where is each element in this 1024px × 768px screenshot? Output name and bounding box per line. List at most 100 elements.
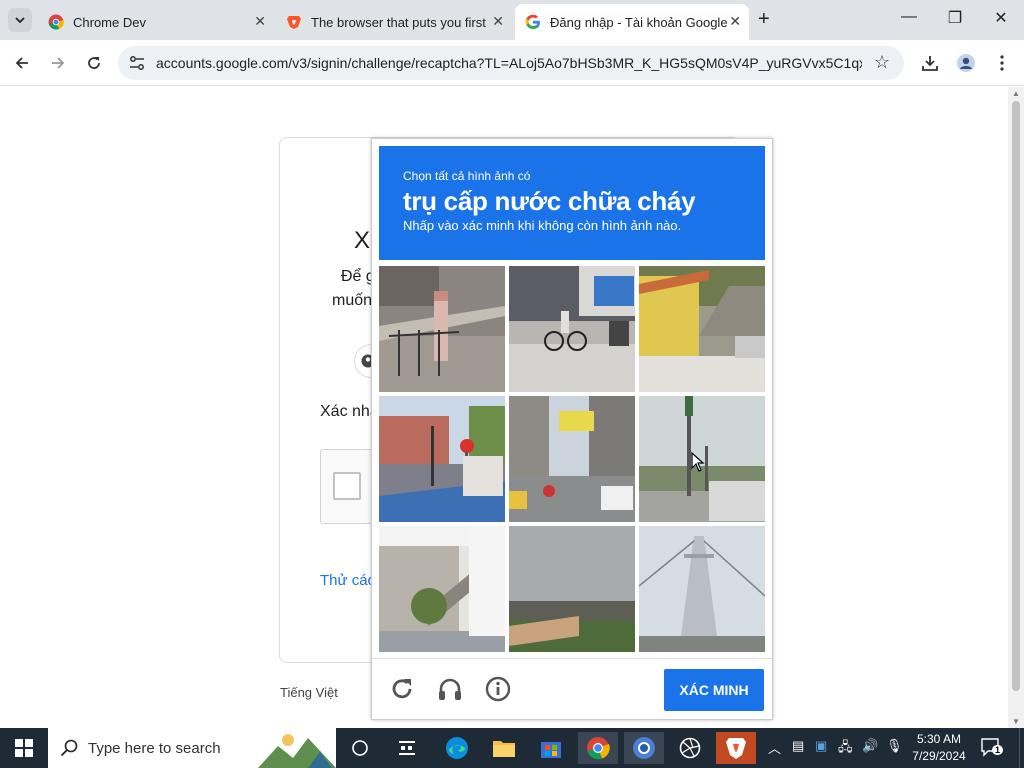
scroll-down-icon[interactable]: ▼ bbox=[1012, 717, 1020, 726]
brave-icon bbox=[726, 738, 746, 759]
site-info-icon[interactable] bbox=[128, 54, 146, 77]
image-tile[interactable] bbox=[379, 396, 505, 522]
web-page: X Để g muốn Xác nhậ Thử các Tiếng Việt C… bbox=[0, 87, 1008, 728]
app-taskbar-icon[interactable] bbox=[670, 732, 710, 764]
tab-brave[interactable]: The browser that puts you first ✕ bbox=[276, 4, 512, 40]
tray-notes-icon[interactable]: ▤ bbox=[792, 738, 804, 754]
image-tile[interactable] bbox=[639, 266, 765, 392]
show-hidden-icons[interactable]: ︿ bbox=[768, 738, 781, 757]
reload-challenge-icon[interactable] bbox=[388, 675, 416, 703]
image-tile[interactable] bbox=[509, 526, 635, 652]
image-tile[interactable] bbox=[379, 526, 505, 652]
address-bar[interactable]: accounts.google.com/v3/signin/challenge/… bbox=[118, 46, 904, 80]
windows-logo-icon bbox=[15, 739, 33, 757]
headphones-icon[interactable] bbox=[436, 675, 464, 703]
image-tile[interactable] bbox=[379, 266, 505, 392]
profile-button[interactable] bbox=[953, 50, 979, 76]
file-explorer-taskbar-icon[interactable] bbox=[484, 732, 524, 764]
start-button[interactable] bbox=[0, 728, 48, 768]
scrollbar-thumb[interactable] bbox=[1012, 101, 1020, 691]
search-highlight-icon bbox=[258, 734, 336, 768]
page-scrollbar[interactable]: ▲ ▼ bbox=[1008, 87, 1024, 728]
chrome-dev-icon bbox=[633, 737, 655, 759]
image-tile[interactable] bbox=[509, 396, 635, 522]
search-placeholder: Type here to search bbox=[88, 740, 221, 757]
challenge-footer: XÁC MINH bbox=[372, 658, 772, 720]
browser-toolbar: accounts.google.com/v3/signin/challenge/… bbox=[0, 40, 1024, 86]
notification-center-button[interactable]: 1 bbox=[980, 737, 1004, 759]
tab-search-button[interactable] bbox=[8, 8, 32, 32]
store-taskbar-icon[interactable] bbox=[531, 732, 571, 764]
tab-title: The browser that puts you first bbox=[311, 14, 486, 30]
notification-badge: 1 bbox=[992, 745, 1004, 755]
store-icon bbox=[541, 742, 561, 758]
restore-button[interactable]: ❐ bbox=[943, 8, 967, 28]
more-vert-icon bbox=[1000, 55, 1004, 71]
show-desktop-button[interactable] bbox=[1019, 728, 1024, 768]
task-view-icon bbox=[352, 740, 368, 756]
chrome-taskbar-icon[interactable] bbox=[578, 732, 618, 764]
close-tab-icon[interactable]: ✕ bbox=[254, 13, 266, 30]
network-icon[interactable]: 🖧 bbox=[838, 738, 853, 760]
instruction-hint: Nhấp vào xác minh khi không còn hình ảnh… bbox=[403, 218, 682, 233]
aperture-icon bbox=[679, 737, 701, 759]
google-g-icon bbox=[525, 14, 541, 30]
tab-title: Đăng nhập - Tài khoản Google bbox=[550, 14, 728, 30]
download-icon bbox=[922, 56, 938, 71]
close-tab-icon[interactable]: ✕ bbox=[492, 13, 504, 30]
volume-icon[interactable]: 🔊 bbox=[862, 738, 878, 754]
signin-description-1: Để g bbox=[341, 268, 375, 285]
brave-taskbar-icon[interactable] bbox=[716, 732, 756, 764]
edge-taskbar-icon[interactable] bbox=[437, 732, 477, 764]
image-tile[interactable] bbox=[639, 396, 765, 522]
downloads-button[interactable] bbox=[917, 50, 943, 76]
chrome-dev-taskbar-icon[interactable] bbox=[624, 732, 664, 764]
try-another-way-link[interactable]: Thử các bbox=[320, 572, 375, 589]
signin-description-2: muốn bbox=[332, 292, 373, 309]
chrome-dev-icon bbox=[48, 14, 64, 30]
forward-button[interactable] bbox=[45, 50, 71, 76]
arrow-right-icon bbox=[52, 57, 65, 69]
reload-button[interactable] bbox=[81, 50, 107, 76]
widgets-button[interactable] bbox=[387, 732, 427, 764]
search-icon bbox=[60, 739, 78, 757]
mouse-cursor-icon bbox=[691, 452, 705, 472]
scroll-up-icon[interactable]: ▲ bbox=[1012, 89, 1020, 98]
task-view-button[interactable] bbox=[340, 732, 380, 764]
clock-time: 5:30 AM bbox=[916, 732, 962, 746]
microphone-icon[interactable]: 🎙 bbox=[886, 738, 903, 754]
clock-date: 7/29/2024 bbox=[912, 749, 966, 763]
folder-icon bbox=[493, 741, 515, 757]
arrow-left-icon bbox=[15, 57, 28, 69]
brave-icon bbox=[286, 14, 302, 30]
image-tile[interactable] bbox=[509, 266, 635, 392]
signin-heading: X bbox=[354, 227, 371, 254]
back-button[interactable] bbox=[9, 50, 35, 76]
reload-icon bbox=[88, 57, 100, 69]
close-window-button[interactable]: ✕ bbox=[989, 8, 1013, 28]
tab-chrome-dev[interactable]: Chrome Dev ✕ bbox=[38, 4, 274, 40]
info-icon[interactable] bbox=[484, 675, 512, 703]
recaptcha-challenge: Chọn tất cả hình ảnh có trụ cấp nước chữ… bbox=[371, 138, 773, 720]
taskbar-search-box[interactable]: Type here to search bbox=[48, 728, 336, 768]
recaptcha-checkbox[interactable] bbox=[333, 472, 361, 500]
taskbar-clock[interactable]: 5:30 AM 7/29/2024 bbox=[906, 731, 972, 765]
tab-strip: Chrome Dev ✕ The browser that puts you f… bbox=[0, 0, 1024, 40]
tab-google-signin[interactable]: Đăng nhập - Tài khoản Google ✕ bbox=[515, 4, 749, 40]
target-object: trụ cấp nước chữa cháy bbox=[403, 186, 696, 216]
new-tab-button[interactable]: + bbox=[758, 8, 770, 31]
challenge-header: Chọn tất cả hình ảnh có trụ cấp nước chữ… bbox=[379, 146, 765, 260]
tray-app-icon[interactable]: ▣ bbox=[815, 738, 827, 754]
instruction-text: Chọn tất cả hình ảnh có bbox=[403, 169, 531, 183]
chevron-down-icon bbox=[15, 17, 25, 24]
minimize-button[interactable]: — bbox=[897, 8, 921, 26]
edge-icon bbox=[446, 737, 468, 759]
confirm-label: Xác nhậ bbox=[320, 403, 379, 420]
image-tile[interactable] bbox=[639, 526, 765, 652]
close-tab-icon[interactable]: ✕ bbox=[729, 13, 741, 30]
language-selector[interactable]: Tiếng Việt bbox=[280, 685, 338, 700]
tab-title: Chrome Dev bbox=[73, 14, 146, 30]
verify-button[interactable]: XÁC MINH bbox=[664, 669, 764, 711]
bookmark-star-icon[interactable]: ☆ bbox=[874, 52, 890, 73]
menu-button[interactable] bbox=[989, 50, 1015, 76]
